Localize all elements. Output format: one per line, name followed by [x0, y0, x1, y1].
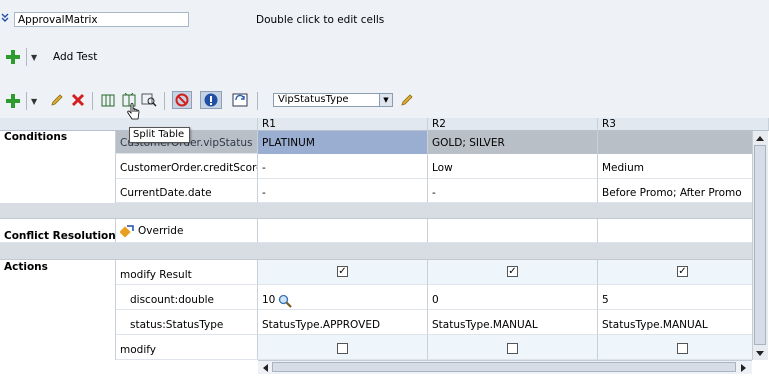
- add-test-button[interactable]: Add Test: [53, 51, 97, 63]
- add-dropdown-arrow-icon[interactable]: ▼: [31, 53, 37, 62]
- cell-r3[interactable]: StatusType.MANUAL: [598, 310, 752, 335]
- hand-cursor-icon: [127, 103, 141, 124]
- convert-icon[interactable]: [232, 93, 248, 110]
- column-header-r2[interactable]: R2: [428, 118, 598, 131]
- action-param-label[interactable]: discount:double: [116, 285, 258, 310]
- cell-r3[interactable]: [598, 131, 752, 154]
- cell-r1[interactable]: [258, 219, 428, 243]
- condition-label[interactable]: CustomerOrder.creditScore: [116, 154, 258, 179]
- modify-checkbox-r3[interactable]: [677, 343, 688, 354]
- section-separator: [0, 243, 752, 260]
- scroll-down-arrow-icon[interactable]: [755, 349, 765, 361]
- action-label[interactable]: modify Result: [116, 260, 258, 285]
- override-text: Override: [138, 225, 184, 237]
- horizontal-scrollbar[interactable]: [258, 360, 752, 374]
- section-conditions: Conditions: [0, 131, 116, 203]
- validate-icon[interactable]: [200, 91, 222, 109]
- cell-r3[interactable]: ✓: [598, 260, 752, 285]
- cell-r2[interactable]: [428, 335, 598, 360]
- collapse-icon[interactable]: [1, 13, 9, 26]
- cell-r3[interactable]: Medium: [598, 154, 752, 179]
- section-separator: [0, 203, 752, 219]
- add-icon[interactable]: [6, 50, 20, 64]
- modify-checkbox-r1[interactable]: [337, 343, 348, 354]
- find-table-icon[interactable]: [141, 93, 157, 110]
- cell-r1[interactable]: [258, 335, 428, 360]
- delete-icon[interactable]: [71, 93, 85, 110]
- modify-result-checkbox-r2[interactable]: ✓: [507, 266, 518, 277]
- edit-pencil-icon[interactable]: [50, 93, 64, 110]
- cell-r3[interactable]: Before Promo; After Promo: [598, 179, 752, 203]
- cell-r2[interactable]: [428, 219, 598, 243]
- override-label[interactable]: Override: [116, 219, 258, 243]
- action-label[interactable]: modify: [116, 335, 258, 360]
- add-row-dropdown-arrow-icon[interactable]: ▼: [31, 97, 37, 106]
- vip-status-select-value: VipStatusType: [278, 94, 349, 105]
- column-header-r3[interactable]: R3: [598, 118, 769, 131]
- cell-r1[interactable]: PLATINUM: [258, 131, 428, 154]
- decision-table: R1 R2 R3 Conditions CustomerOrder.vipSta…: [0, 118, 769, 376]
- scroll-up-arrow-icon[interactable]: [755, 133, 765, 145]
- disable-rule-icon[interactable]: [172, 91, 192, 109]
- select-arrow-icon[interactable]: ▼: [379, 94, 392, 106]
- cell-r2[interactable]: -: [428, 179, 598, 203]
- section-conflict-resolution: Conflict Resolution: [0, 219, 116, 243]
- toolbar-divider: [92, 92, 93, 110]
- cell-r1[interactable]: StatusType.APPROVED: [258, 310, 428, 335]
- cell-r2[interactable]: ✓: [428, 260, 598, 285]
- vertical-scrollbar[interactable]: [752, 131, 768, 360]
- modify-checkbox-r2[interactable]: [507, 343, 518, 354]
- magnifier-icon[interactable]: [278, 290, 292, 309]
- toolbar-divider: [257, 92, 258, 110]
- cell-r2[interactable]: StatusType.MANUAL: [428, 310, 598, 335]
- ruleset-name-field[interactable]: ApprovalMatrix: [14, 12, 189, 27]
- toolbar-divider: [26, 92, 27, 110]
- cell-r3[interactable]: [598, 219, 752, 243]
- cell-r1[interactable]: ✓: [258, 260, 428, 285]
- override-icon: [119, 225, 134, 240]
- edit-bucketset-pencil-icon[interactable]: [400, 93, 414, 110]
- edit-hint: Double click to edit cells: [256, 14, 385, 26]
- condition-label[interactable]: CurrentDate.date: [116, 179, 258, 203]
- vip-status-select[interactable]: VipStatusType ▼: [273, 93, 393, 107]
- split-table-tooltip: Split Table: [129, 127, 190, 143]
- scroll-right-arrow-icon[interactable]: [740, 363, 748, 376]
- scroll-left-arrow-icon[interactable]: [261, 363, 269, 376]
- horizontal-scroll-thumb[interactable]: [272, 362, 736, 372]
- toolbar-divider: [26, 48, 27, 66]
- cell-r2[interactable]: Low: [428, 154, 598, 179]
- action-param-label[interactable]: status:StatusType: [116, 310, 258, 335]
- column-header-r1[interactable]: R1: [258, 118, 428, 131]
- modify-result-checkbox-r3[interactable]: ✓: [677, 266, 688, 277]
- section-actions: Actions: [0, 260, 116, 360]
- discount-r1-value: 10: [262, 294, 276, 306]
- cell-r2[interactable]: 0: [428, 285, 598, 310]
- split-column-icon[interactable]: [101, 93, 115, 110]
- cell-r1[interactable]: -: [258, 154, 428, 179]
- toolbar-divider: [164, 92, 165, 110]
- modify-result-checkbox-r1[interactable]: ✓: [337, 266, 348, 277]
- cell-r2[interactable]: GOLD; SILVER: [428, 131, 598, 154]
- vertical-scroll-thumb[interactable]: [754, 145, 766, 345]
- add-row-icon[interactable]: [6, 94, 20, 108]
- cell-r3[interactable]: [598, 335, 752, 360]
- cell-r3[interactable]: 5: [598, 285, 752, 310]
- cell-r1[interactable]: -: [258, 179, 428, 203]
- cell-r1[interactable]: 10: [258, 285, 428, 310]
